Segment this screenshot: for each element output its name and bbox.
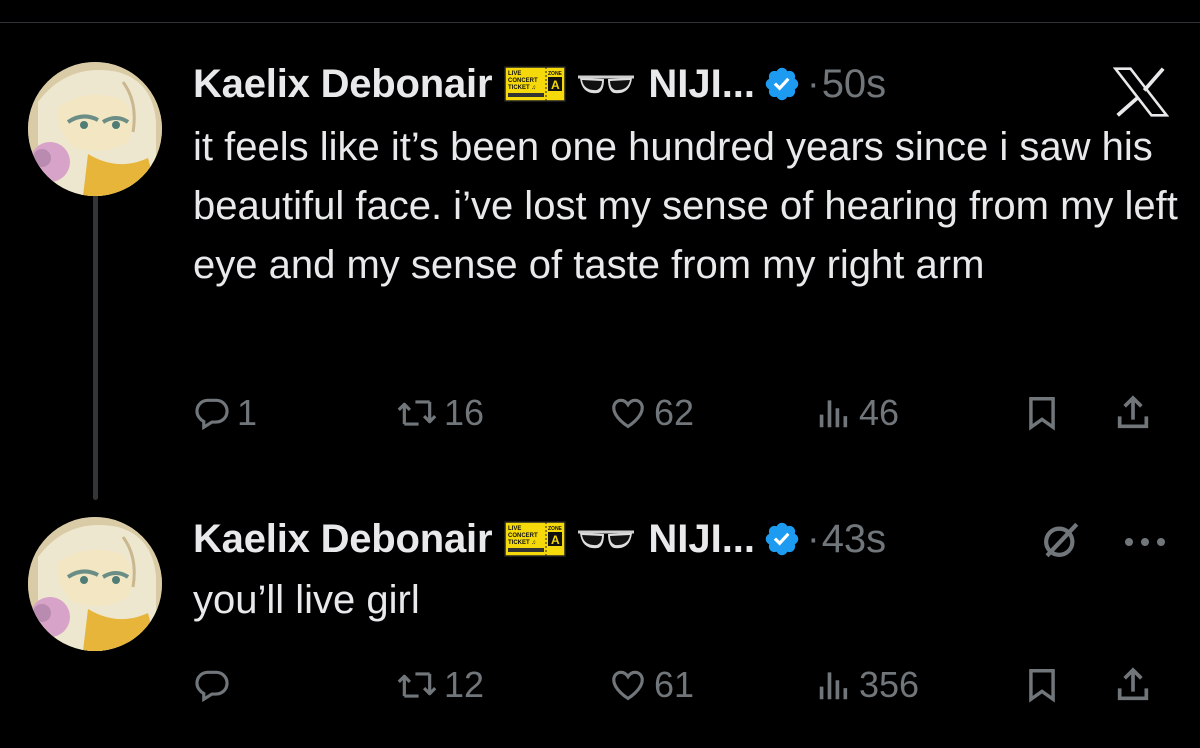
share-icon <box>1117 395 1149 429</box>
sunglasses-icon <box>578 530 635 549</box>
verified-badge-icon <box>765 67 799 101</box>
tweet: Kaelix Debonair LIVE CONCERT TICKET ♫ ZO… <box>0 50 1200 490</box>
tweet-text: it feels like it’s been one hundred year… <box>193 125 1178 287</box>
svg-text:ZONE: ZONE <box>548 71 563 77</box>
more-icon[interactable] <box>1122 535 1168 549</box>
repost-count: 16 <box>444 392 485 433</box>
tweet-actions: 1 16 62 46 <box>193 388 1183 438</box>
reply-button[interactable] <box>193 660 237 710</box>
timestamp[interactable]: 43s <box>822 517 887 562</box>
bookmark-icon <box>1029 397 1055 431</box>
views-count: 356 <box>859 664 920 705</box>
share-button[interactable] <box>1113 388 1153 438</box>
views-icon <box>819 400 848 428</box>
svg-text:TICKET ♫: TICKET ♫ <box>508 85 536 91</box>
bookmark-button[interactable] <box>1023 388 1061 438</box>
sunglasses-icon <box>578 75 635 94</box>
display-name-suffix[interactable]: NIJI... <box>648 517 755 562</box>
svg-text:LIVE: LIVE <box>508 526 521 532</box>
views-icon <box>819 672 848 700</box>
tweet-text: you’ll live girl <box>193 578 420 622</box>
repost-icon <box>397 400 437 426</box>
concert-ticket-icon: LIVE CONCERT TICKET ♫ ZONE A <box>504 521 567 557</box>
svg-text:TICKET ♫: TICKET ♫ <box>508 540 536 546</box>
avatar[interactable] <box>28 517 162 651</box>
meta-separator: · <box>807 517 820 560</box>
reply-count: 1 <box>237 392 258 433</box>
svg-text:A: A <box>551 78 560 92</box>
timestamp[interactable]: 50s <box>822 62 887 107</box>
svg-text:CONCERT: CONCERT <box>508 533 538 539</box>
views-button[interactable]: 356 <box>815 660 919 710</box>
verified-badge-icon <box>765 522 799 556</box>
views-count: 46 <box>859 392 900 433</box>
top-divider <box>0 22 1200 23</box>
display-name-suffix[interactable]: NIJI... <box>648 62 755 107</box>
repost-icon <box>397 672 437 698</box>
avatar[interactable] <box>28 62 162 196</box>
repost-button[interactable]: 16 <box>396 388 484 438</box>
like-icon <box>612 398 644 429</box>
reply-icon <box>195 398 229 431</box>
display-name[interactable]: Kaelix Debonair <box>193 517 493 562</box>
like-count: 61 <box>654 664 695 705</box>
meta-separator: · <box>807 62 820 105</box>
like-button[interactable]: 62 <box>608 388 694 438</box>
tweet-header: Kaelix Debonair LIVE CONCERT TICKET ♫ ZO… <box>193 509 1173 569</box>
display-name[interactable]: Kaelix Debonair <box>193 62 493 107</box>
reply-icon <box>195 670 229 703</box>
tweet-actions: 12 61 356 <box>193 660 1183 710</box>
concert-ticket-icon: LIVE CONCERT TICKET ♫ ZONE A <box>504 66 567 102</box>
like-icon <box>612 670 644 701</box>
like-button[interactable]: 61 <box>608 660 694 710</box>
grok-slash-icon[interactable] <box>1040 519 1082 561</box>
svg-text:LIVE: LIVE <box>508 71 521 77</box>
bookmark-icon <box>1029 669 1055 703</box>
views-button[interactable]: 46 <box>815 388 899 438</box>
svg-text:CONCERT: CONCERT <box>508 78 538 84</box>
tweet-header: Kaelix Debonair LIVE CONCERT TICKET ♫ ZO… <box>193 54 1173 114</box>
tweet: Kaelix Debonair LIVE CONCERT TICKET ♫ ZO… <box>0 505 1200 735</box>
reply-button[interactable]: 1 <box>193 388 257 438</box>
svg-text:A: A <box>551 533 560 547</box>
svg-text:ZONE: ZONE <box>548 526 563 532</box>
x-logo-icon <box>1113 67 1169 117</box>
repost-button[interactable]: 12 <box>396 660 484 710</box>
share-button[interactable] <box>1113 660 1153 710</box>
like-count: 62 <box>654 392 695 433</box>
share-icon <box>1117 667 1149 701</box>
bookmark-button[interactable] <box>1023 660 1061 710</box>
repost-count: 12 <box>444 664 485 705</box>
